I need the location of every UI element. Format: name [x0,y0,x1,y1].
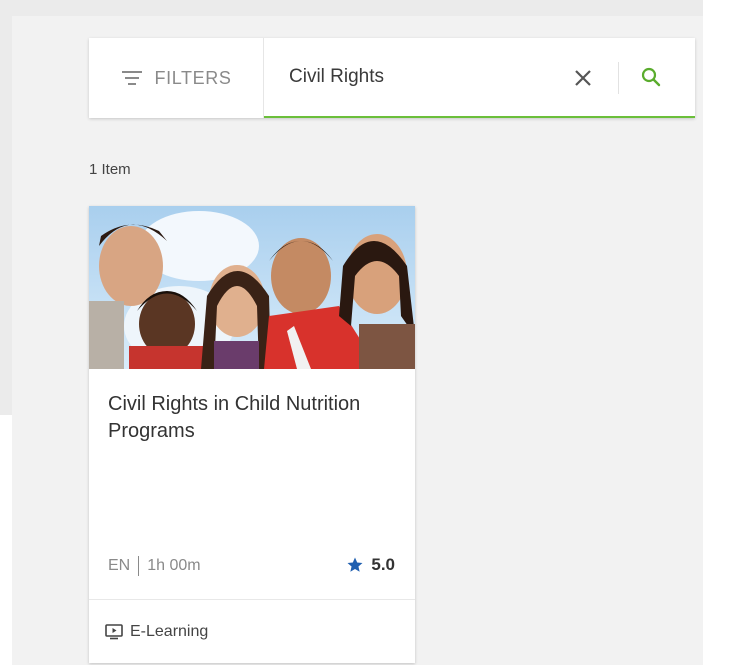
course-duration: 1h 00m [147,557,201,574]
course-card[interactable]: Civil Rights in Child Nutrition Programs… [89,206,415,663]
course-type: E-Learning [105,623,208,641]
search-input[interactable] [264,56,581,98]
meta-separator [138,556,140,576]
course-rating: 5.0 [346,555,395,575]
rating-value: 5.0 [371,555,395,574]
filter-icon [121,71,143,85]
search-bar: FILTERS [89,38,695,118]
filters-label: FILTERS [154,67,232,88]
course-footer: E-Learning [89,599,415,664]
filters-button[interactable]: FILTERS [89,38,264,118]
group-photo-image [89,206,415,369]
course-title[interactable]: Civil Rights in Child Nutrition Programs [108,391,398,445]
course-language: EN [108,557,131,574]
course-meta: EN 1h 00m [108,556,201,576]
course-thumbnail [89,206,415,369]
search-divider [618,62,619,94]
close-icon[interactable] [572,67,594,89]
search-icon[interactable] [640,66,662,88]
course-type-label: E-Learning [130,623,209,640]
results-count: 1 Item [89,161,131,178]
monitor-play-icon [105,624,123,640]
star-icon [347,557,363,572]
search-field [264,38,695,118]
background-strip [703,0,737,415]
